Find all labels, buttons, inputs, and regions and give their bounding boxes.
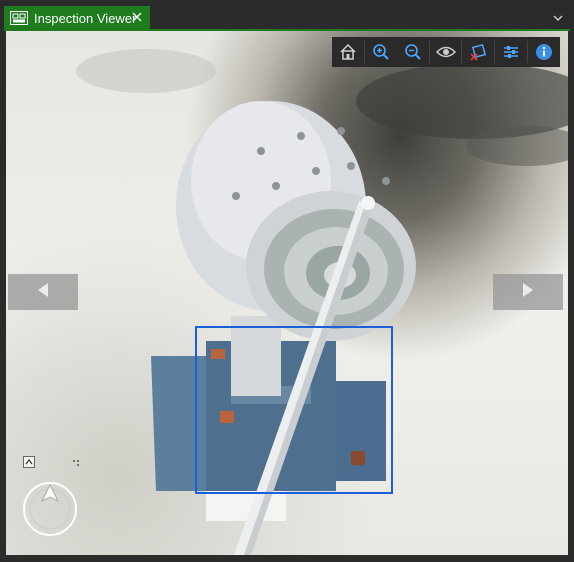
- viewer-toolbar: [332, 37, 560, 67]
- inspection-viewer-window: Inspection Viewer: [0, 0, 574, 562]
- selection-box[interactable]: [195, 326, 393, 494]
- dots-icon: [72, 454, 82, 466]
- arrow-right-icon: [521, 282, 535, 303]
- info-icon[interactable]: [528, 37, 560, 67]
- inspection-image-viewport[interactable]: [6, 31, 568, 555]
- zoom-out-icon[interactable]: [397, 37, 429, 67]
- zoom-in-icon[interactable]: [365, 37, 397, 67]
- collapse-toggle[interactable]: [23, 456, 35, 468]
- chevron-down-icon[interactable]: [552, 10, 564, 21]
- next-image-button[interactable]: [493, 274, 563, 310]
- tab-inspection-viewer[interactable]: Inspection Viewer: [4, 6, 150, 30]
- arrow-left-icon: [36, 282, 50, 303]
- home-icon[interactable]: [332, 37, 364, 67]
- compass-icon[interactable]: [21, 479, 79, 537]
- adjust-icon[interactable]: [495, 37, 527, 67]
- close-icon[interactable]: [130, 10, 144, 24]
- tab-title: Inspection Viewer: [34, 10, 137, 26]
- viewer-icon: [10, 11, 28, 25]
- tab-bar: Inspection Viewer: [0, 0, 574, 31]
- previous-image-button[interactable]: [8, 274, 78, 310]
- eye-icon[interactable]: [430, 37, 462, 67]
- clear-selection-icon[interactable]: [462, 37, 494, 67]
